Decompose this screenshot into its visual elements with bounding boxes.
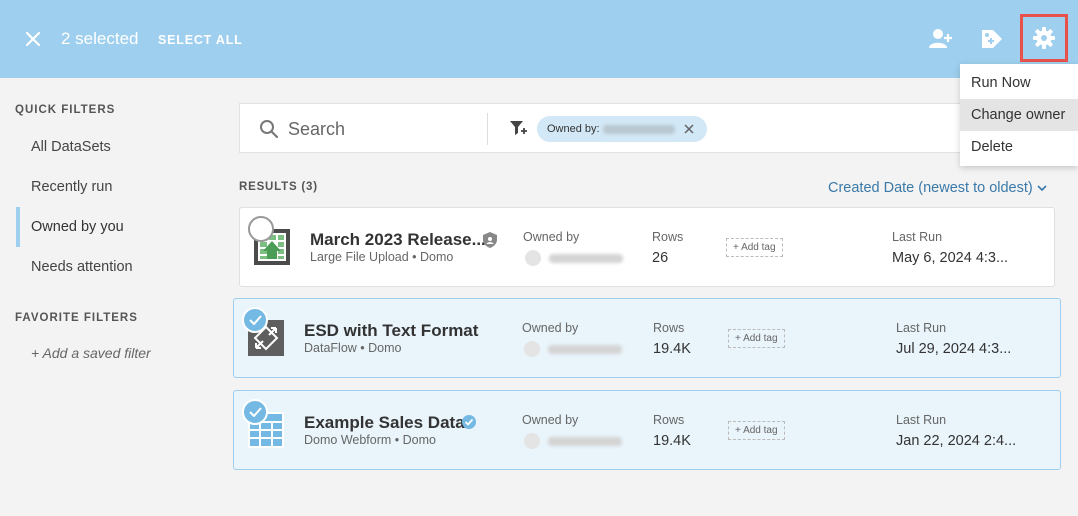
- filter-icon[interactable]: [510, 120, 528, 136]
- owned-by-label: Owned by: [523, 230, 580, 244]
- menu-item-delete[interactable]: Delete: [960, 131, 1078, 163]
- results-count: RESULTS (3): [239, 181, 318, 193]
- dataset-name: March 2023 Release...: [310, 230, 486, 249]
- close-icon[interactable]: [24, 30, 42, 48]
- close-icon[interactable]: [683, 123, 695, 135]
- gear-icon: [1033, 27, 1055, 49]
- last-run-value: Jan 22, 2024 2:4...: [896, 433, 1017, 449]
- menu-item-change-owner[interactable]: Change owner: [960, 99, 1078, 131]
- favorite-filters-heading: FAVORITE FILTERS: [15, 312, 138, 324]
- add-tag-icon[interactable]: [979, 26, 1005, 52]
- last-run-label: Last Run: [892, 230, 943, 244]
- rows-value: 19.4K: [653, 433, 691, 449]
- owner-filter-chip[interactable]: Owned by:: [537, 116, 707, 142]
- sidebar-item-owned-by-you[interactable]: Owned by you: [31, 219, 124, 235]
- sidebar-item-all-datasets[interactable]: All DataSets: [31, 139, 111, 155]
- dataset-card[interactable]: March 2023 Release... Large File Upload …: [239, 207, 1055, 287]
- rows-label: Rows: [653, 413, 685, 427]
- rows-label: Rows: [653, 321, 685, 335]
- dataset-source: Domo Webform • Domo: [304, 433, 436, 447]
- search-bar: Owned by:: [239, 103, 1078, 153]
- rows-value: 26: [652, 250, 669, 266]
- blurred-owner-name: [603, 125, 675, 134]
- verified-icon: [462, 415, 476, 429]
- dataset-source: DataFlow • Domo: [304, 341, 402, 355]
- add-tag-button[interactable]: + Add tag: [728, 329, 785, 348]
- add-tag-button[interactable]: + Add tag: [726, 238, 783, 257]
- chip-label: Owned by:: [547, 123, 600, 135]
- shield-icon: [483, 232, 497, 248]
- checkmark-icon: [249, 407, 262, 417]
- selected-count: 2 selected: [61, 29, 139, 48]
- blurred-owner-name: [548, 345, 622, 354]
- dataset-card[interactable]: Example Sales Data Domo Webform • Domo O…: [233, 390, 1061, 470]
- owned-by-label: Owned by: [522, 321, 579, 335]
- add-user-icon[interactable]: [928, 26, 954, 52]
- select-all-button[interactable]: SELECT ALL: [158, 33, 243, 47]
- settings-menu: Run Now Change owner Delete: [960, 64, 1078, 166]
- add-tag-button[interactable]: + Add tag: [728, 421, 785, 440]
- avatar: [524, 433, 540, 449]
- menu-item-run-now[interactable]: Run Now: [960, 67, 1078, 99]
- add-saved-filter-link[interactable]: + Add a saved filter: [31, 345, 151, 361]
- last-run-value: May 6, 2024 4:3...: [892, 250, 1009, 266]
- avatar: [525, 250, 541, 266]
- sidebar-item-recently-run[interactable]: Recently run: [31, 179, 112, 195]
- settings-button[interactable]: [1020, 14, 1068, 62]
- search-input[interactable]: [288, 116, 478, 142]
- avatar: [524, 341, 540, 357]
- last-run-label: Last Run: [896, 321, 947, 335]
- checkmark-icon: [249, 315, 262, 325]
- dataset-name: ESD with Text Format: [304, 321, 479, 340]
- select-checkbox[interactable]: [242, 399, 268, 425]
- chevron-down-icon: [1037, 185, 1047, 191]
- search-divider: [487, 113, 488, 145]
- rows-value: 19.4K: [653, 341, 691, 357]
- last-run-value: Jul 29, 2024 4:3...: [896, 341, 1012, 357]
- sort-label: Created Date (newest to oldest): [828, 180, 1033, 196]
- select-checkbox[interactable]: [242, 307, 268, 333]
- sort-dropdown[interactable]: Created Date (newest to oldest): [828, 180, 1047, 196]
- select-checkbox[interactable]: [248, 216, 274, 242]
- owned-by-label: Owned by: [522, 413, 579, 427]
- quick-filters-heading: QUICK FILTERS: [15, 104, 116, 116]
- active-indicator: [16, 207, 20, 247]
- sidebar-item-needs-attention[interactable]: Needs attention: [31, 259, 133, 275]
- dataset-card[interactable]: ESD with Text Format DataFlow • Domo Own…: [233, 298, 1061, 378]
- selection-toolbar: 2 selected SELECT ALL: [0, 0, 1078, 78]
- dataset-source: Large File Upload • Domo: [310, 250, 454, 264]
- dataset-name: Example Sales Data: [304, 413, 465, 432]
- search-icon: [260, 120, 279, 139]
- last-run-label: Last Run: [896, 413, 947, 427]
- rows-label: Rows: [652, 230, 684, 244]
- blurred-owner-name: [548, 437, 622, 446]
- blurred-owner-name: [549, 254, 623, 263]
